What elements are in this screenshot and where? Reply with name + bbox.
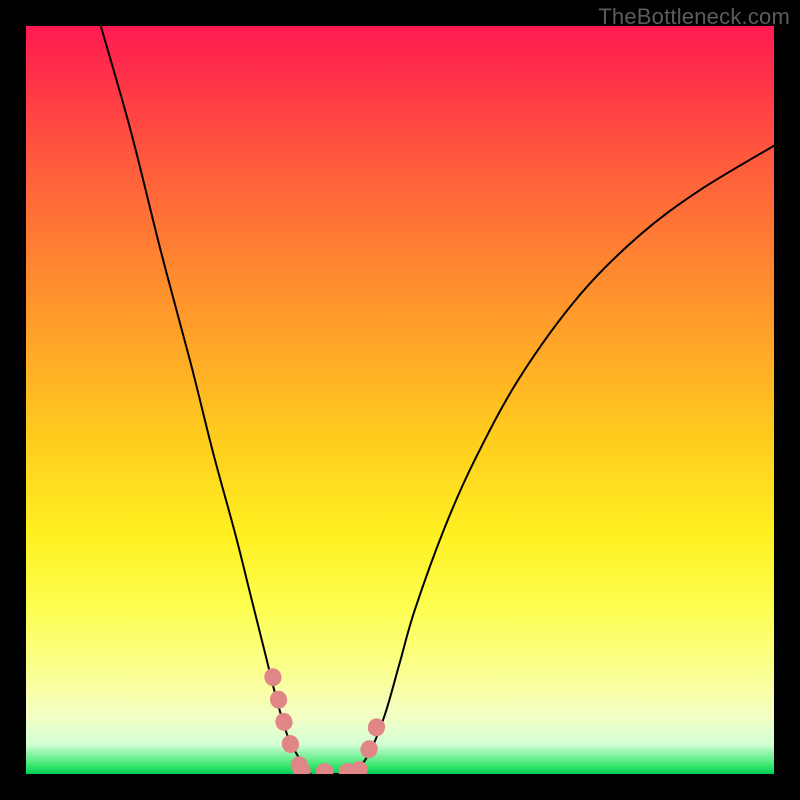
watermark-text: TheBottleneck.com: [598, 4, 790, 30]
series-curve-right: [355, 146, 774, 774]
chart-frame: TheBottleneck.com: [0, 0, 800, 800]
series-highlight-bottom: [301, 770, 359, 772]
series-curve-left: [101, 26, 355, 774]
plot-area: [26, 26, 774, 774]
curves-svg: [26, 26, 774, 774]
series-highlight-right: [359, 714, 380, 770]
